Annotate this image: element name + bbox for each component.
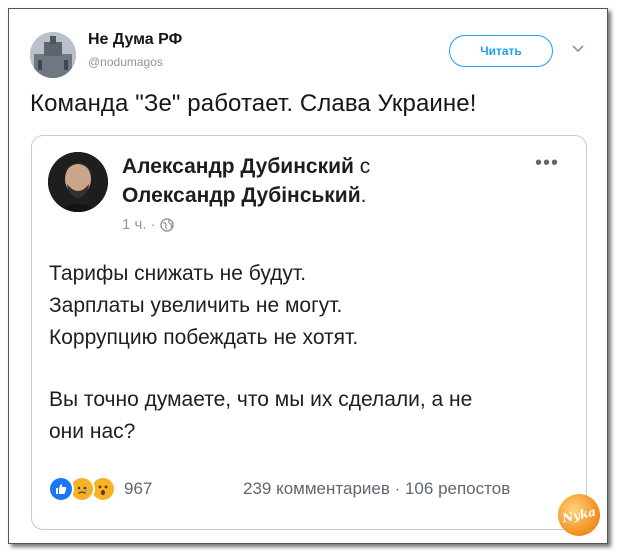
account-name[interactable]: Не Дума РФ (88, 31, 182, 49)
like-icon (48, 476, 74, 502)
tweet-text: Команда "Зе" работает. Слава Украине! (30, 90, 477, 117)
reaction-count: 967 (124, 479, 153, 498)
chevron-down-icon[interactable] (570, 40, 586, 56)
author-name-ua[interactable]: Олександр Дубінський (122, 184, 361, 207)
account-handle[interactable]: @nodumagos (88, 55, 163, 69)
post-line: Зарплаты увеличить не могут. (49, 294, 343, 317)
author-connector: с (353, 155, 371, 178)
reactions-summary[interactable]: 967 (48, 476, 152, 502)
globe-icon (159, 217, 174, 232)
author-avatar[interactable] (48, 152, 108, 212)
post-line: Тарифы снижать не будут. (49, 262, 307, 285)
more-options-icon[interactable]: ••• (535, 152, 559, 175)
post-line: они нас? (49, 420, 136, 443)
author-name-ru[interactable]: Александр Дубинский (122, 155, 354, 178)
post-time: 1 ч. · (122, 216, 174, 233)
post-line: Вы точно думаете, что мы их сделали, а н… (49, 388, 473, 411)
comments-shares[interactable]: 239 комментариев · 106 репостов (243, 479, 510, 499)
post-author: Александр Дубинский с Олександр Дубінськ… (122, 152, 370, 210)
post-timestamp[interactable]: 1 ч. · (122, 216, 156, 233)
post-body: Тарифы снижать не будут. Зарплаты увелич… (49, 258, 569, 448)
post-line: Коррупцию побеждать не хотят. (49, 326, 359, 349)
account-avatar[interactable] (30, 32, 76, 78)
author-suffix: . (360, 184, 367, 207)
follow-button[interactable]: Читать (449, 35, 553, 67)
